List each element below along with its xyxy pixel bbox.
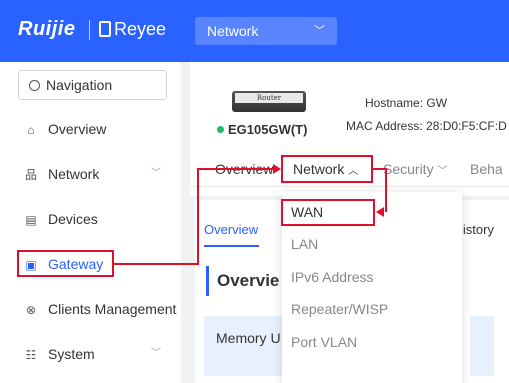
- navigation-search[interactable]: Navigation: [18, 70, 167, 100]
- hostname-row: Hostname: GW: [365, 96, 447, 110]
- devices-icon: ▤: [25, 213, 37, 227]
- chevron-down-icon: ﹀: [437, 166, 448, 177]
- menu-item-port-vlan[interactable]: Port VLAN: [291, 334, 357, 350]
- subtab-overview[interactable]: Overview: [204, 222, 258, 237]
- navigation-search-label: Navigation: [46, 77, 113, 93]
- sidebar-item-devices[interactable]: ▤ Devices: [24, 208, 98, 230]
- logo-divider: [89, 20, 90, 40]
- chevron-down-icon: ﹀: [151, 348, 161, 359]
- tab-divider: [190, 186, 509, 187]
- gateway-highlight-box: [17, 250, 114, 277]
- hostname-value: GW: [426, 96, 448, 110]
- system-icon: ☷: [25, 348, 37, 362]
- online-status-dot: [217, 126, 224, 133]
- tab-security-label: Security: [383, 161, 434, 177]
- device-model: EG105GW(T): [217, 122, 307, 137]
- mac-row: MAC Address: 28:D0:F5:CF:D: [346, 119, 507, 133]
- subtab-active-underline: [204, 245, 259, 247]
- sidebar-item-label: Overview: [48, 121, 107, 137]
- wan-highlight-box: [281, 199, 375, 226]
- overview-section-title: Overvie: [206, 266, 279, 296]
- chevron-down-icon: ﹀: [151, 168, 161, 179]
- reyee-logo: Reyee: [99, 19, 166, 40]
- sidebar-item-overview[interactable]: ⌂ Overview: [24, 118, 106, 140]
- device-model-text: EG105GW(T): [228, 122, 308, 137]
- sidebar-item-label: Devices: [48, 211, 98, 227]
- arrow-left-icon: [376, 207, 384, 217]
- sidebar-item-label: Clients Management: [48, 301, 177, 317]
- clients-icon: ⊗: [25, 303, 37, 317]
- top-bar: Ruijie Reyee Network ﹀: [0, 0, 509, 62]
- memory-card: [204, 316, 284, 376]
- sidebar-item-clients-management[interactable]: ⊗ Clients Management: [24, 298, 176, 320]
- network-select-value: Network: [207, 23, 259, 39]
- tab-security[interactable]: Security ﹀: [383, 161, 447, 177]
- sidebar-item-system[interactable]: ☷ System ﹀: [24, 343, 174, 365]
- menu-item-lan[interactable]: LAN: [291, 236, 318, 252]
- connector-line: [114, 263, 199, 265]
- arrow-right-icon: [273, 164, 281, 174]
- sidebar-item-network[interactable]: 品 Network ﹀: [24, 163, 174, 185]
- connector-line: [197, 168, 199, 265]
- search-icon: [29, 80, 40, 91]
- tab-behavior[interactable]: Beha: [470, 161, 503, 177]
- router-image: Router: [232, 91, 306, 112]
- mac-label: MAC Address:: [346, 119, 423, 133]
- sidebar-item-label: System: [48, 346, 95, 362]
- connector-line: [385, 168, 387, 212]
- chevron-down-icon: ﹀: [314, 25, 325, 37]
- tab-behavior-label: Beha: [470, 161, 503, 177]
- home-icon: ⌂: [27, 123, 35, 137]
- network-tab-highlight-box: [281, 155, 373, 183]
- network-select[interactable]: Network ﹀: [195, 17, 337, 45]
- subtab-overview-label: Overview: [204, 222, 259, 237]
- memory-label: Memory U: [216, 330, 281, 346]
- reyee-logo-text: Reyee: [114, 19, 167, 39]
- subtab-history-label: listory: [460, 222, 494, 237]
- network-icon: 品: [24, 168, 37, 182]
- subtab-history[interactable]: listory: [460, 222, 494, 237]
- menu-item-ipv6-address[interactable]: IPv6 Address: [291, 269, 374, 285]
- router-image-label: Router: [235, 93, 303, 103]
- sidebar-item-label: Network: [48, 166, 100, 182]
- reyee-mark-icon: [99, 21, 111, 37]
- ruijie-logo: Ruijie: [18, 18, 76, 40]
- stat-card: [470, 316, 494, 376]
- menu-item-repeater-wisp[interactable]: Repeater/WISP: [291, 301, 388, 317]
- connector-line: [197, 168, 275, 170]
- hostname-label: Hostname:: [365, 96, 424, 110]
- mac-value: 28:D0:F5:CF:D: [426, 119, 507, 133]
